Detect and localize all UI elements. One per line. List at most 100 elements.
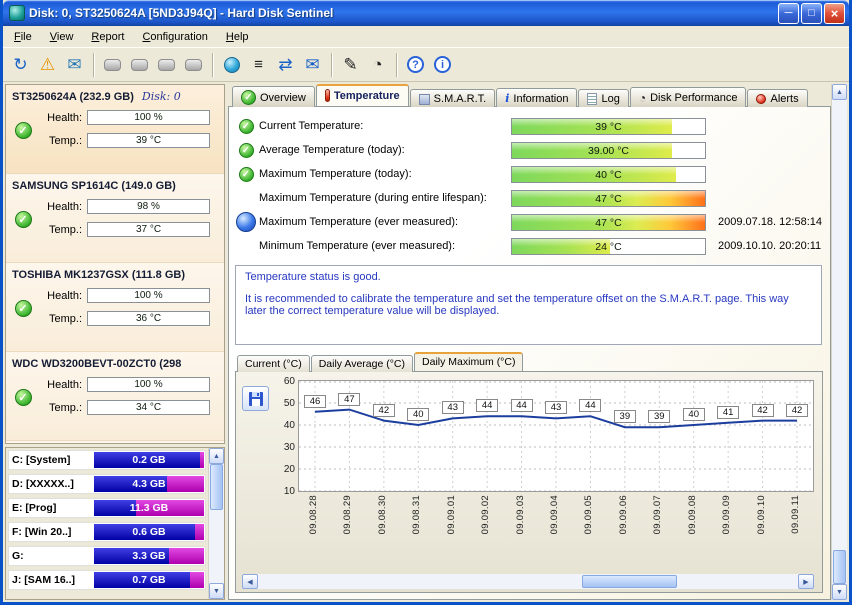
partition-row-g[interactable]: G: 3.3 GB xyxy=(8,546,206,566)
report-document-icon[interactable]: ≡ xyxy=(245,51,272,78)
minimize-button[interactable]: ─ xyxy=(778,3,799,24)
temp-row-average: ✓ Average Temperature (today): 39.00 °C xyxy=(233,138,824,162)
x-tick-label: 09.09.02 xyxy=(480,495,491,534)
tab-smart[interactable]: S.M.A.R.T. xyxy=(410,89,496,107)
ok-icon: ✓ xyxy=(239,119,254,134)
scroll-up-icon[interactable]: ▲ xyxy=(832,84,847,100)
tab-alerts[interactable]: Alerts xyxy=(747,89,807,107)
surface-test-icon[interactable]: ✎ xyxy=(337,51,364,78)
disk-action-1-icon[interactable] xyxy=(99,51,126,78)
close-button[interactable]: × xyxy=(824,3,845,24)
chart-tab-daily-average[interactable]: Daily Average (°C) xyxy=(311,355,413,372)
x-tick-label: 09.09.03 xyxy=(515,495,526,534)
temperature-value-bar: 47 °C xyxy=(511,190,706,207)
disk-item-toshiba[interactable]: TOSHIBA MK1237GSX (111.8 GB) ✓ Health: 1… xyxy=(6,263,224,352)
partition-row-d[interactable]: D: [XXXXX..] 4.3 GB xyxy=(8,474,206,494)
health-label: Health: xyxy=(38,201,82,213)
tab-log[interactable]: Log xyxy=(578,89,628,107)
row-note: 2009.07.18. 12:58:14 xyxy=(718,216,822,228)
scrollbar-thumb[interactable] xyxy=(582,575,677,588)
y-tick-label: 50 xyxy=(284,398,295,409)
scroll-up-icon[interactable]: ▲ xyxy=(209,448,224,464)
disk-name-text: WDC WD3200BEVT-00ZCT0 (298 xyxy=(12,358,181,370)
partition-usage-bar: 0.6 GB xyxy=(94,524,204,540)
menu-help[interactable]: Help xyxy=(217,28,258,46)
temperature-value-bar: 39 °C xyxy=(511,118,706,135)
x-tick-label: 09.09.06 xyxy=(618,495,629,534)
help-icon[interactable]: ? xyxy=(402,51,429,78)
row-label: Maximum Temperature (today): xyxy=(259,168,511,180)
online-report-icon[interactable] xyxy=(218,51,245,78)
mail-report-icon[interactable]: ✉ xyxy=(299,51,326,78)
point-value-label: 40 xyxy=(683,408,705,421)
x-tick-label: 09.08.28 xyxy=(308,495,319,534)
temp-bar: 34 °C xyxy=(87,400,210,415)
warning-status-icon[interactable]: ⚠ xyxy=(34,51,61,78)
partition-row-f[interactable]: F: [Win 20..] 0.6 GB xyxy=(8,522,206,542)
client-area: ST3250624A (232.9 GB)Disk: 0 ✓ Health: 1… xyxy=(3,82,849,602)
partition-row-e[interactable]: E: [Prog] 11.3 GB xyxy=(8,498,206,518)
window-title: Disk: 0, ST3250624A [5ND3J94Q] - Hard Di… xyxy=(29,6,776,20)
tab-temperature[interactable]: Temperature xyxy=(316,84,409,106)
chart-tab-daily-maximum[interactable]: Daily Maximum (°C) xyxy=(414,352,523,371)
partition-list: C: [System] 0.2 GB D: [XXXXX..] 4.3 GB E… xyxy=(6,448,208,599)
performance-gauge-icon[interactable]: ◔ xyxy=(364,51,391,78)
chart-tab-current[interactable]: Current (°C) xyxy=(237,355,310,372)
disk-item-wdc[interactable]: WDC WD3200BEVT-00ZCT0 (298 ✓ Health: 100… xyxy=(6,352,224,441)
partition-usage-bar: 0.7 GB xyxy=(94,572,204,588)
temp-row-max-ever: Maximum Temperature (ever measured): 47 … xyxy=(233,210,824,234)
tab-overview[interactable]: ✓ Overview xyxy=(232,86,315,107)
temperature-value-bar: 40 °C xyxy=(511,166,706,183)
disk-action-2-icon[interactable] xyxy=(126,51,153,78)
maximize-button[interactable]: □ xyxy=(801,3,822,24)
scroll-down-icon[interactable]: ▼ xyxy=(832,584,847,600)
y-tick-label: 10 xyxy=(284,486,295,497)
disk-action-4-icon[interactable] xyxy=(180,51,207,78)
point-value-label: 39 xyxy=(614,410,636,423)
menu-file[interactable]: File xyxy=(5,28,41,46)
status-line: Temperature status is good. xyxy=(245,271,812,283)
tab-label: Temperature xyxy=(334,90,400,102)
x-tick-label: 09.09.10 xyxy=(756,495,767,534)
info-icon[interactable]: i xyxy=(429,51,456,78)
scrollbar-thumb[interactable] xyxy=(833,550,846,584)
save-chart-button[interactable] xyxy=(242,386,269,411)
y-tick-label: 60 xyxy=(284,376,295,387)
send-mail-icon[interactable]: ✉ xyxy=(61,51,88,78)
temperature-value-bar: 47 °C xyxy=(511,214,706,231)
tab-disk-performance[interactable]: ◔ Disk Performance xyxy=(630,87,747,107)
disk-name-text: TOSHIBA MK1237GSX (111.8 GB) xyxy=(12,269,185,281)
chart-panel: 102030405060 464742404344444344393940414… xyxy=(235,371,823,593)
disk-shape-icon xyxy=(185,59,202,71)
globe-icon xyxy=(224,57,240,73)
partition-row-c[interactable]: C: [System] 0.2 GB xyxy=(8,450,206,470)
menu-configuration[interactable]: Configuration xyxy=(133,28,216,46)
refresh-icon[interactable]: ↻ xyxy=(7,51,34,78)
disk-action-3-icon[interactable] xyxy=(153,51,180,78)
app-window: Disk: 0, ST3250624A [5ND3J94Q] - Hard Di… xyxy=(0,0,852,605)
menu-report[interactable]: Report xyxy=(82,28,133,46)
temp-row-current: ✓ Current Temperature: 39 °C xyxy=(233,114,824,138)
scroll-right-icon[interactable]: ▶ xyxy=(798,574,814,589)
point-value-label: 42 xyxy=(786,404,808,417)
scroll-down-icon[interactable]: ▼ xyxy=(209,583,224,599)
partition-size: 3.3 GB xyxy=(94,548,204,564)
x-tick-label: 09.08.29 xyxy=(342,495,353,534)
partition-size: 4.3 GB xyxy=(94,476,204,492)
ok-icon: ✓ xyxy=(239,167,254,182)
point-value-label: 44 xyxy=(579,399,601,412)
disk-shape-icon xyxy=(104,59,121,71)
refresh-report-icon[interactable]: ⇄ xyxy=(272,51,299,78)
disk-item-samsung[interactable]: SAMSUNG SP1614C (149.0 GB) ✓ Health: 98 … xyxy=(6,174,224,263)
disk-item-st3250624a[interactable]: ST3250624A (232.9 GB)Disk: 0 ✓ Health: 1… xyxy=(6,85,224,174)
scrollbar-thumb[interactable] xyxy=(210,464,223,510)
partition-row-j[interactable]: J: [SAM 16..] 0.7 GB xyxy=(8,570,206,590)
app-icon xyxy=(9,5,25,21)
chart-y-axis: 102030405060 xyxy=(276,380,298,572)
menu-view[interactable]: View xyxy=(41,28,83,46)
health-value: 100 % xyxy=(88,289,209,302)
health-value: 100 % xyxy=(88,111,209,124)
disk-name-text: SAMSUNG SP1614C (149.0 GB) xyxy=(12,180,176,192)
tab-information[interactable]: i Information xyxy=(496,88,577,107)
scroll-left-icon[interactable]: ◀ xyxy=(242,574,258,589)
